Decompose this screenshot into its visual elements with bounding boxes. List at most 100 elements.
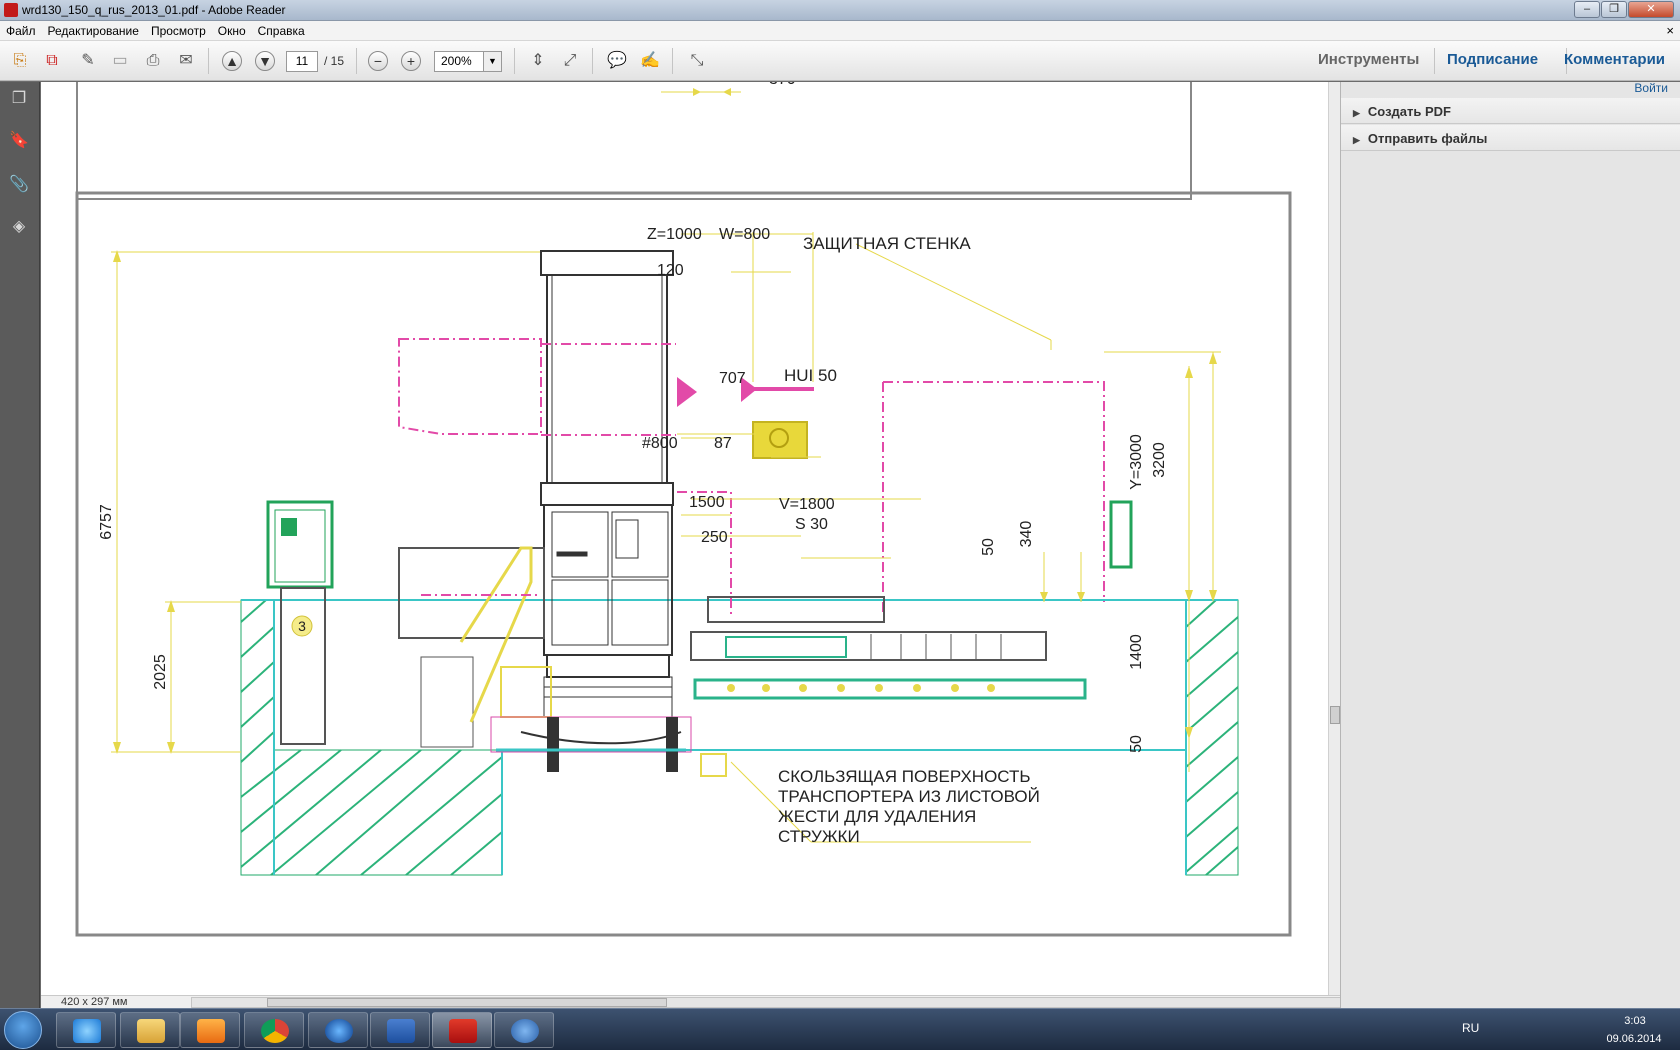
zoom-in-icon[interactable]: + (401, 51, 421, 71)
document-view[interactable]: 370 (41, 82, 1328, 995)
page-number-input[interactable]: 11 (286, 51, 318, 72)
menu-view[interactable]: Просмотр (145, 21, 212, 38)
taskbar-adobe-reader[interactable] (432, 1012, 492, 1048)
navigation-pane: ❐ 🔖 📎 ◈ (0, 82, 40, 1008)
horizontal-scrollbar[interactable] (191, 997, 1361, 1008)
create-pdf-icon[interactable]: ⎘ (8, 49, 32, 73)
label-protective-wall: ЗАЩИТНАЯ СТЕНКА (803, 234, 971, 253)
section-create-pdf[interactable]: ▶ Создать PDF (1341, 98, 1680, 124)
comment-icon[interactable]: 💬 (605, 49, 629, 73)
attachments-icon[interactable]: 📎 (8, 174, 30, 196)
window-title: wrd130_150_q_rus_2013_01.pdf - Adobe Rea… (22, 3, 286, 17)
section-create-pdf-label: Создать PDF (1367, 104, 1451, 119)
technical-drawing: 370 (75, 82, 1292, 937)
login-link[interactable]: Войти (1634, 81, 1668, 95)
top-dimension: 370 (769, 82, 796, 88)
combine-files-icon[interactable]: ⧉ (40, 49, 64, 73)
tray-time[interactable]: 3:03 (1600, 1015, 1670, 1027)
tab-sign[interactable]: Подписание (1447, 51, 1538, 68)
taskbar-internet-explorer[interactable] (56, 1012, 116, 1048)
previous-page-frame: 370 (76, 82, 1192, 200)
label-v: V=1800 (779, 496, 835, 513)
hui-head (752, 421, 808, 459)
machine-column (540, 250, 674, 718)
taskbar-media-player[interactable] (180, 1012, 240, 1048)
label-50-top: 50 (980, 538, 997, 556)
menu-file[interactable]: Файл (0, 21, 42, 38)
highlight-icon[interactable]: ✍ (638, 49, 662, 73)
control-panel (266, 500, 334, 589)
toolbar-separator (672, 48, 673, 74)
taskbar-app-k[interactable] (494, 1012, 554, 1048)
taskbar-app-wave[interactable] (308, 1012, 368, 1048)
dim-2025-label: 2025 (152, 654, 169, 690)
pages-icon[interactable]: ❐ (8, 88, 30, 110)
menu-window[interactable]: Окно (212, 21, 252, 38)
floor-hatch-right (1185, 599, 1239, 876)
label-s: S 30 (795, 516, 828, 533)
label-y: Y=3000 (1128, 434, 1145, 490)
conveyor-note: СКОЛЬЗЯЩАЯ ПОВЕРХНОСТЬ ТРАНСПОРТЕРА ИЗ Л… (778, 767, 1040, 846)
label-800: #800 (642, 435, 678, 452)
zoom-out-icon[interactable]: − (368, 51, 388, 71)
label-w: W=800 (719, 226, 770, 243)
bookmarks-icon[interactable]: 🔖 (8, 130, 30, 152)
next-page-icon[interactable]: ▼ (255, 51, 275, 71)
previous-page-icon[interactable]: ▲ (222, 51, 242, 71)
section-send-files[interactable]: ▶ Отправить файлы (1341, 125, 1680, 151)
label-707: 707 (719, 370, 746, 387)
start-button[interactable] (4, 1011, 42, 1049)
page-size-label: 420 x 297 мм (61, 996, 128, 1008)
label-3200: 3200 (1151, 442, 1168, 478)
toolbar-separator (208, 48, 209, 74)
menu-help[interactable]: Справка (252, 21, 311, 38)
status-bar: 420 x 297 мм (41, 995, 1361, 1008)
layers-icon[interactable]: ◈ (8, 216, 30, 238)
page-frame (75, 191, 1292, 937)
horizontal-scroll-thumb[interactable] (267, 998, 667, 1007)
taskbar-explorer[interactable] (120, 1012, 180, 1048)
close-document-button[interactable]: × (1666, 23, 1674, 38)
zoom-select[interactable]: 200% ▼ (434, 51, 502, 72)
label-120: 120 (657, 262, 684, 279)
adobe-reader-icon (4, 3, 18, 17)
menu-bar: Файл Редактирование Просмотр Окно Справка × (0, 21, 1680, 41)
fullscreen-icon[interactable]: ⤡ (685, 49, 709, 73)
adobe-reader-icon (449, 1019, 477, 1043)
fit-width-icon[interactable]: ⤢ (558, 49, 582, 73)
dimension-2025: 2025 (152, 600, 241, 754)
print-icon[interactable]: ⎙ (141, 49, 165, 73)
k-app-icon (511, 1019, 539, 1043)
tab-tools[interactable]: Инструменты (1318, 51, 1419, 68)
email-icon[interactable]: ✉ (174, 49, 198, 73)
cabinet-number: 3 (298, 618, 306, 634)
word-icon (387, 1019, 415, 1043)
chevron-down-icon[interactable]: ▼ (483, 52, 501, 71)
chrome-icon (261, 1019, 289, 1043)
tray-date[interactable]: 09.06.2014 (1596, 1033, 1672, 1045)
taskbar-chrome[interactable] (244, 1012, 304, 1048)
folder-icon (137, 1019, 165, 1043)
tray-language[interactable]: RU (1462, 1021, 1479, 1035)
conveyor-note-line3: ЖЕСТИ ДЛЯ УДАЛЕНИЯ (778, 807, 976, 826)
dimension-labels: Z=1000 W=800 120 ЗАЩИТНАЯ СТЕНКА 707 HUI… (642, 226, 1168, 753)
fit-page-icon[interactable]: ⇕ (526, 49, 550, 73)
minimize-button[interactable]: – (1574, 1, 1600, 18)
page-total: / 15 (324, 54, 345, 68)
taskbar-word[interactable] (370, 1012, 430, 1048)
close-window-button[interactable]: ✕ (1628, 1, 1674, 18)
expand-triangle-icon: ▶ (1353, 135, 1360, 145)
maximize-button[interactable]: ❐ (1601, 1, 1627, 18)
conveyor-note-line2: ТРАНСПОРТЕРА ИЗ ЛИСТОВОЙ (778, 787, 1040, 806)
edit-pdf-icon[interactable]: ✎ (76, 49, 100, 73)
toolbar-separator (592, 48, 593, 74)
menu-edit[interactable]: Редактирование (42, 21, 145, 38)
label-87: 87 (714, 435, 732, 452)
tab-comment[interactable]: Комментарии (1564, 51, 1665, 68)
label-z: Z=1000 (647, 226, 702, 243)
toolbar-separator (514, 48, 515, 74)
vertical-scrollbar[interactable] (1328, 82, 1340, 995)
vertical-scroll-thumb[interactable] (1330, 706, 1340, 724)
label-340: 340 (1018, 521, 1035, 548)
save-icon[interactable]: ▭ (108, 49, 132, 73)
